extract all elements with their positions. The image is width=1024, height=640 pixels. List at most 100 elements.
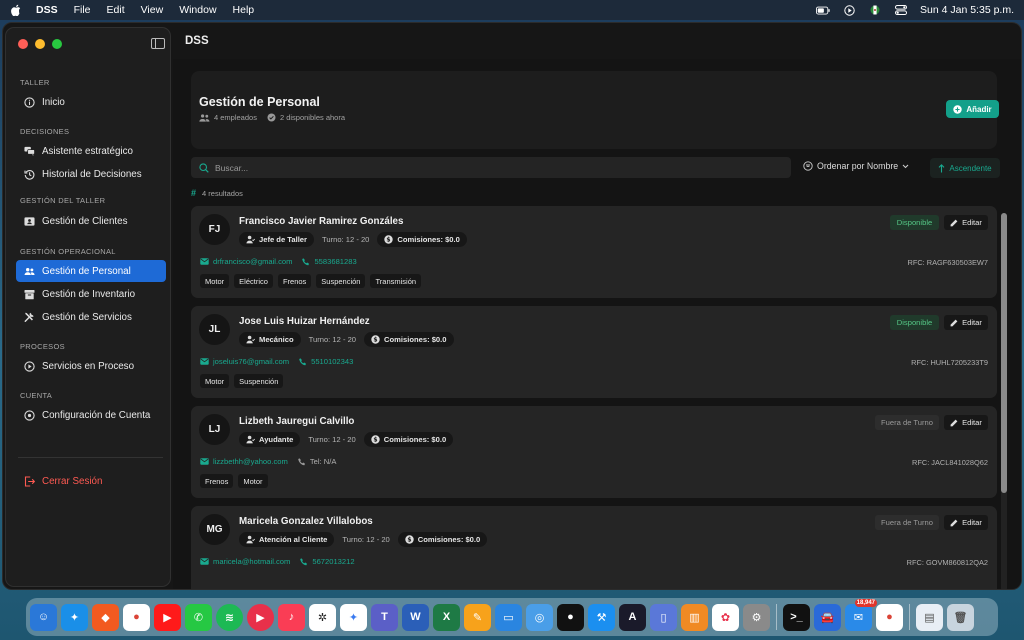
- finder-dock-icon[interactable]: ☺: [30, 603, 57, 631]
- logout-button[interactable]: Cerrar Sesión: [16, 470, 166, 492]
- edit-button[interactable]: Editar: [944, 515, 988, 530]
- edit-button[interactable]: Editar: [944, 215, 988, 230]
- sidebar-item-label: Inicio: [42, 96, 65, 108]
- android-studio-dock-icon[interactable]: A: [619, 603, 646, 631]
- excel-dock-icon[interactable]: X: [433, 603, 460, 631]
- employee-card[interactable]: FJ Francisco Javier Ramirez Gonzáles Jef…: [191, 206, 997, 298]
- books-dock-icon[interactable]: ▥: [681, 603, 708, 631]
- teams-dock-icon[interactable]: T: [371, 603, 398, 631]
- phone-icon: [302, 257, 310, 265]
- scrollbar-thumb[interactable]: [1001, 213, 1007, 493]
- xcode-dock-icon[interactable]: ⚒: [588, 603, 615, 631]
- simulator-dock-icon[interactable]: ▯: [650, 603, 677, 631]
- menu-edit[interactable]: Edit: [107, 4, 125, 16]
- employee-card[interactable]: JL Jose Luis Huizar Hernández Mecánico T…: [191, 306, 997, 398]
- status-badge: Disponible: [890, 215, 939, 230]
- search-input[interactable]: Buscar...: [191, 157, 791, 178]
- check-circle-icon: [267, 113, 276, 122]
- control-center-icon[interactable]: [894, 5, 908, 15]
- phone-icon: [299, 357, 307, 365]
- email-link[interactable]: maricela@hotmail.com: [200, 557, 290, 566]
- employee-meta: Ayudante Turno: 12 - 20 $ Comisiones: $0…: [239, 432, 454, 447]
- battery-icon[interactable]: [816, 5, 830, 15]
- minimize-window-button[interactable]: [35, 39, 45, 49]
- logout-icon: [24, 475, 35, 487]
- sidebar-item-configuracion[interactable]: Configuración de Cuenta: [16, 404, 166, 426]
- trash-dock-icon[interactable]: 🗑: [947, 603, 974, 631]
- sidebar-item-historial[interactable]: Historial de Decisiones: [16, 163, 166, 185]
- employee-list[interactable]: FJ Francisco Javier Ramirez Gonzáles Jef…: [191, 206, 999, 589]
- sidebar-item-asistente[interactable]: Asistente estratégico: [16, 140, 166, 162]
- commission-badge: $ Comisiones: $0.0: [397, 532, 488, 547]
- edit-button[interactable]: Editar: [944, 415, 988, 430]
- disk-utility-dock-icon[interactable]: ◎: [526, 603, 553, 631]
- email-link[interactable]: joseluis76@gmail.com: [200, 357, 289, 366]
- music-player-dock-icon[interactable]: ▶: [247, 603, 274, 631]
- youtube-dock-icon[interactable]: ▶: [154, 603, 181, 631]
- sidebar-item-clientes[interactable]: Gestión de Clientes: [16, 210, 166, 232]
- close-window-button[interactable]: [18, 39, 28, 49]
- order-toggle-button[interactable]: Ascendente: [930, 158, 1000, 178]
- employee-card[interactable]: MG Maricela Gonzalez Villalobos Atención…: [191, 506, 997, 589]
- pencil-icon: [950, 219, 958, 226]
- section-cuenta: CUENTA: [20, 391, 53, 400]
- mail-dock-icon[interactable]: ✉ 18,947: [845, 598, 877, 631]
- section-procesos: PROCESOS: [20, 342, 65, 351]
- apple-menu-icon[interactable]: [10, 4, 22, 16]
- available-count: 2 disponibles ahora: [267, 113, 345, 122]
- chrome-dev-dock-icon[interactable]: ●: [876, 603, 903, 631]
- sidebar-item-inventario[interactable]: Gestión de Inventario: [16, 283, 166, 305]
- menu-view[interactable]: View: [141, 4, 164, 16]
- menubar-app-name[interactable]: DSS: [36, 4, 58, 16]
- photos-dock-icon[interactable]: ✿: [712, 603, 739, 631]
- safari-dock-icon[interactable]: ✦: [61, 603, 88, 631]
- employee-meta: Mecánico Turno: 12 - 20 $ Comisiones: $0…: [239, 332, 454, 347]
- add-employee-button[interactable]: Añadir: [946, 100, 999, 118]
- xcode-cloud-dock-icon[interactable]: 🚘: [814, 603, 841, 631]
- sidebar-item-servicios[interactable]: Gestión de Servicios: [16, 306, 166, 328]
- whatsapp-dock-icon[interactable]: ✆: [185, 603, 212, 631]
- menu-file[interactable]: File: [74, 4, 91, 16]
- chrome-dock-icon[interactable]: ●: [123, 603, 150, 631]
- phone-link[interactable]: 5583681283: [302, 257, 357, 266]
- music-dock-icon[interactable]: ♪: [278, 603, 305, 631]
- sort-dropdown[interactable]: Ordenar por Nombre: [803, 161, 909, 171]
- sidebar-item-inicio[interactable]: Inicio: [16, 91, 166, 113]
- app-window: TALLER Inicio DECISIONES Asistente estra…: [2, 22, 1022, 590]
- keynote-dock-icon[interactable]: ▭: [495, 603, 522, 631]
- email-link[interactable]: drfrancisco@gmail.com: [200, 257, 292, 266]
- dollar-circle-icon: $: [405, 535, 414, 544]
- edit-button[interactable]: Editar: [944, 315, 988, 330]
- sort-icon: [803, 161, 813, 171]
- system-settings-dock-icon[interactable]: ⚙: [743, 603, 770, 631]
- commission-badge: $ Comisiones: $0.0: [377, 232, 467, 247]
- skill-tags: Frenos Motor: [200, 474, 268, 488]
- sidebar-item-personal[interactable]: Gestión de Personal: [16, 260, 166, 282]
- flag-icon[interactable]: [868, 5, 882, 15]
- menubar-clock[interactable]: Sun 4 Jan 5:35 p.m.: [920, 4, 1014, 16]
- spotify-dock-icon[interactable]: ≋: [216, 603, 243, 631]
- downloads-dock-icon[interactable]: ▤: [916, 603, 943, 631]
- word-dock-icon[interactable]: W: [402, 603, 429, 631]
- pages-dock-icon[interactable]: ✎: [464, 603, 491, 631]
- chatgpt-dock-icon[interactable]: ✲: [309, 603, 336, 631]
- arrow-up-icon: [938, 163, 945, 172]
- phone-link[interactable]: 5510102343: [299, 357, 353, 366]
- sidebar-toggle-icon[interactable]: [151, 38, 165, 49]
- menu-window[interactable]: Window: [179, 4, 216, 16]
- terminal-dock-icon[interactable]: >_: [783, 603, 810, 631]
- zoom-window-button[interactable]: [52, 39, 62, 49]
- brave-dock-icon[interactable]: ◆: [92, 603, 119, 631]
- github-dock-icon[interactable]: ●: [557, 603, 584, 631]
- shift-text: Turno: 12 - 20: [342, 535, 390, 544]
- email-link[interactable]: lizzbethh@yahoo.com: [200, 457, 288, 466]
- menu-help[interactable]: Help: [233, 4, 255, 16]
- sidebar-item-en-proceso[interactable]: Servicios en Proceso: [16, 355, 166, 377]
- employee-card[interactable]: LJ Lizbeth Jauregui Calvillo Ayudante Tu…: [191, 406, 997, 498]
- scrollbar[interactable]: [1001, 213, 1007, 589]
- skill-tag: Suspención: [234, 374, 284, 388]
- phone-link[interactable]: 5672013212: [300, 557, 355, 566]
- gemini-dock-icon[interactable]: ✦: [340, 603, 367, 631]
- play-icon[interactable]: [842, 4, 856, 16]
- envelope-icon: [200, 558, 209, 565]
